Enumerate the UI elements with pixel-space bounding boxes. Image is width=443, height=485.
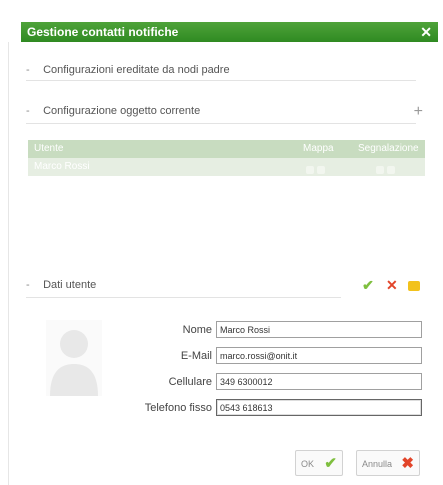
divider (26, 297, 341, 298)
divider (26, 123, 416, 124)
cross-icon[interactable]: ✕ (384, 278, 400, 292)
cancel-button[interactable]: Annulla ✖ (356, 450, 420, 476)
report-toggles[interactable] (376, 163, 398, 174)
close-icon[interactable]: ✕ (420, 22, 432, 42)
check-icon: ✔ (324, 455, 337, 472)
ok-button-label: OK (301, 459, 315, 469)
contacts-grid: Utente Mappa Segnalazione Marco Rossi (28, 140, 425, 196)
table-row[interactable]: Marco Rossi (28, 158, 425, 176)
section-inherited-label: Configurazioni ereditate da nodi padre (43, 64, 230, 76)
section-current[interactable]: - Configurazione oggetto corrente (26, 105, 200, 117)
cross-icon: ✖ (401, 455, 414, 472)
plus-icon[interactable]: + (414, 104, 423, 120)
section-user-bullet: - (26, 279, 30, 291)
email-label: E-Mail (180, 350, 212, 362)
landline-field[interactable] (216, 399, 422, 416)
grid-header-row: Utente Mappa Segnalazione (28, 140, 425, 158)
toggle-icon[interactable] (387, 166, 395, 174)
dialog-title: Gestione contatti notifiche (27, 25, 179, 39)
toggle-icon[interactable] (306, 166, 314, 174)
section-current-bullet: - (26, 105, 30, 117)
toggle-icon[interactable] (376, 166, 384, 174)
user-silhouette-icon (50, 330, 98, 396)
grid-header-user[interactable]: Utente (34, 140, 63, 158)
mobile-label: Cellulare (168, 376, 212, 388)
section-inherited[interactable]: - Configurazioni ereditate da nodi padre (26, 64, 230, 76)
check-icon[interactable]: ✔ (360, 278, 376, 292)
grid-header-map[interactable]: Mappa (303, 140, 334, 158)
dialog-titlebar[interactable]: Gestione contatti notifiche ✕ (21, 22, 438, 42)
avatar (46, 320, 102, 396)
grid-cell-user: Marco Rossi (34, 161, 90, 172)
mobile-field[interactable] (216, 373, 422, 390)
landline-label: Telefono fisso (144, 402, 212, 414)
cancel-button-label: Annulla (362, 459, 393, 469)
lock-icon[interactable] (407, 281, 420, 291)
grid-header-report[interactable]: Segnalazione (358, 140, 419, 158)
notification-contacts-dialog: Gestione contatti notifiche ✕ - Configur… (0, 0, 443, 485)
section-inherited-bullet: - (26, 64, 30, 76)
name-field[interactable] (216, 321, 422, 338)
map-toggles[interactable] (306, 163, 328, 174)
ok-button[interactable]: OK ✔ (295, 450, 343, 476)
user-actions: ✔ ✕ (360, 278, 420, 292)
name-label: Nome (182, 324, 212, 336)
section-current-label: Configurazione oggetto corrente (43, 105, 201, 117)
toggle-icon[interactable] (317, 166, 325, 174)
dialog-left-edge (0, 42, 9, 485)
divider (26, 80, 416, 81)
email-field[interactable] (216, 347, 422, 364)
section-user-data[interactable]: - Dati utente (26, 279, 96, 291)
section-user-label: Dati utente (43, 279, 97, 291)
